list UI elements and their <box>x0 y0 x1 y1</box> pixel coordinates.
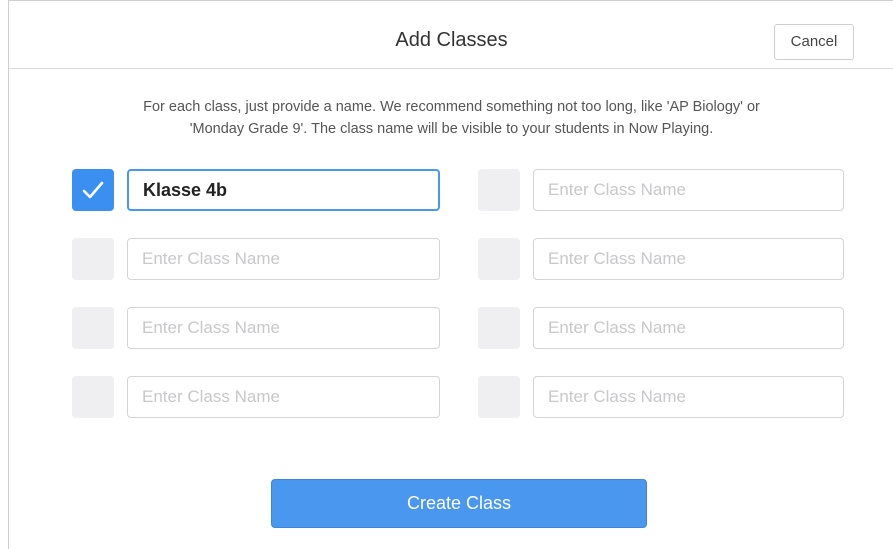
dialog-title: Add Classes <box>395 29 508 51</box>
instructions-line-1: For each class, just provide a name. We … <box>143 99 760 115</box>
instructions-line-2: 'Monday Grade 9'. The class name will be… <box>189 121 714 137</box>
create-class-button[interactable]: Create Class <box>271 479 647 528</box>
class-name-input-2[interactable] <box>127 238 440 280</box>
class-name-input-4[interactable] <box>127 376 440 418</box>
class-checkbox-7[interactable] <box>478 307 520 349</box>
instructions-text: For each class, just provide a name. We … <box>49 96 854 140</box>
checkmark-icon <box>82 181 104 199</box>
cancel-button[interactable]: Cancel <box>774 24 854 60</box>
class-checkbox-1[interactable] <box>72 169 114 211</box>
add-classes-dialog: Add Classes Cancel For each class, just … <box>8 0 893 549</box>
class-checkbox-3[interactable] <box>72 307 114 349</box>
class-name-input-8[interactable] <box>533 376 844 418</box>
class-name-input-5[interactable] <box>533 169 844 211</box>
class-checkbox-6[interactable] <box>478 238 520 280</box>
class-name-input-3[interactable] <box>127 307 440 349</box>
class-checkbox-8[interactable] <box>478 376 520 418</box>
dialog-header: Add Classes Cancel <box>9 1 893 69</box>
class-name-input-6[interactable] <box>533 238 844 280</box>
class-checkbox-4[interactable] <box>72 376 114 418</box>
class-checkbox-5[interactable] <box>478 169 520 211</box>
class-name-input-1[interactable] <box>127 169 440 211</box>
class-name-input-7[interactable] <box>533 307 844 349</box>
class-checkbox-2[interactable] <box>72 238 114 280</box>
